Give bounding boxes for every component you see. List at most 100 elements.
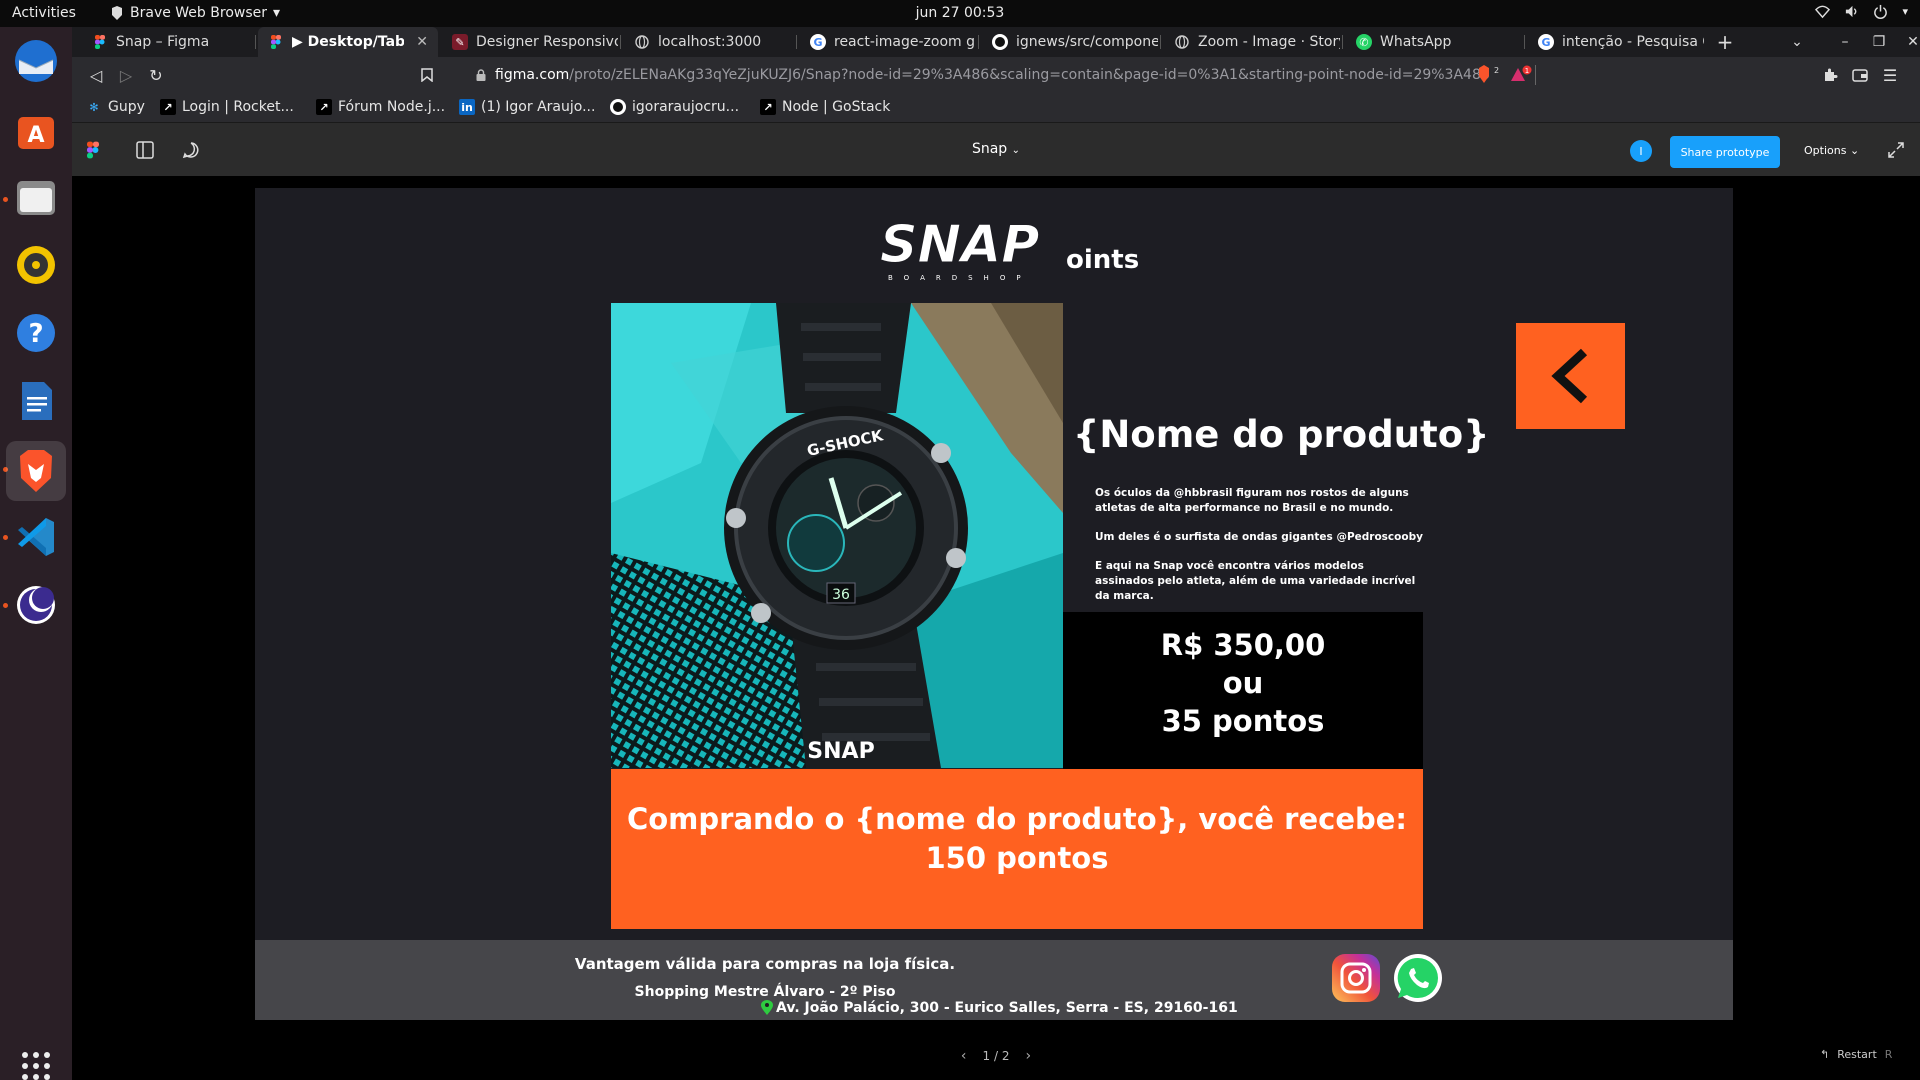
show-apps-button[interactable] bbox=[12, 1042, 60, 1080]
price-box: R$ 350,00 ou 35 pontos bbox=[1063, 612, 1423, 769]
figma-favicon-icon bbox=[92, 34, 108, 50]
close-window-button[interactable]: ✕ bbox=[1898, 27, 1920, 57]
restart-button[interactable]: ↰ Restart R bbox=[1820, 1048, 1892, 1061]
dock-software-center[interactable]: A bbox=[12, 105, 60, 153]
prototype-canvas: SNAP oints BOARDSHOP 36 G-SHOCK SNAP {No… bbox=[72, 176, 1920, 1080]
fullscreen-icon[interactable] bbox=[1888, 142, 1904, 158]
github-icon bbox=[610, 99, 626, 115]
watch-photo: 36 G-SHOCK SNAP bbox=[611, 303, 1063, 768]
tab-label: Designer Responsivo bbox=[476, 34, 618, 50]
clock-label: jun 27 00:53 bbox=[915, 5, 1005, 21]
app-menu[interactable]: Brave Web Browser ▾ bbox=[110, 5, 280, 21]
chevron-left-icon bbox=[1550, 348, 1587, 404]
wallet-icon[interactable] bbox=[1850, 65, 1870, 85]
bookmark-rocketseat-login[interactable]: ↗ Login | Rocket... bbox=[160, 99, 294, 115]
tab-react-image-zoom[interactable]: G react-image-zoom gi bbox=[800, 27, 976, 57]
globe-icon bbox=[1174, 34, 1190, 50]
svg-text:36: 36 bbox=[832, 587, 850, 603]
new-tab-button[interactable]: + bbox=[1710, 27, 1740, 57]
product-title: {Nome do produto} bbox=[1073, 413, 1490, 456]
tab-designer-responsivo[interactable]: ✎ Designer Responsivo bbox=[442, 27, 618, 57]
reload-icon[interactable]: ↻ bbox=[146, 65, 166, 85]
brave-rewards-icon[interactable]: 1 bbox=[1509, 65, 1535, 85]
page-navigation: ‹ 1 / 2 › bbox=[72, 1048, 1920, 1064]
brave-shields-icon[interactable]: 2 bbox=[1475, 65, 1501, 85]
description-paragraph: E aqui na Snap você encontra vários mode… bbox=[1095, 560, 1416, 602]
menu-icon[interactable]: ☰ bbox=[1880, 65, 1900, 85]
rocketseat-favicon-icon: ↗ bbox=[160, 99, 176, 115]
power-icon bbox=[1874, 4, 1888, 19]
back-button[interactable] bbox=[1516, 323, 1625, 429]
options-dropdown[interactable]: Options ⌄ bbox=[1804, 144, 1859, 157]
tab-label: WhatsApp bbox=[1380, 34, 1452, 50]
gupy-favicon-icon: ✻ bbox=[89, 100, 99, 114]
share-prototype-button[interactable]: Share prototype bbox=[1670, 136, 1780, 168]
avatar[interactable]: I bbox=[1630, 140, 1652, 162]
clock[interactable]: jun 27 00:53 bbox=[0, 5, 1920, 21]
dock: A ? bbox=[0, 27, 72, 1080]
whatsapp-link[interactable] bbox=[1392, 952, 1444, 1004]
product-image[interactable]: 36 G-SHOCK SNAP bbox=[611, 303, 1063, 768]
bookmark-linkedin[interactable]: in (1) Igor Araujo... bbox=[459, 99, 595, 115]
tab-whatsapp[interactable]: ✆ WhatsApp bbox=[1346, 27, 1522, 57]
tab-localhost[interactable]: localhost:3000 bbox=[624, 27, 794, 57]
dock-thunderbird[interactable] bbox=[12, 37, 60, 85]
svg-text:SNAP: SNAP bbox=[807, 739, 874, 764]
address-label: Av. João Palácio, 300 - Eurico Salles, S… bbox=[776, 1000, 1238, 1016]
dock-app-moon[interactable] bbox=[12, 581, 60, 629]
rocketseat-favicon-icon: ↗ bbox=[760, 99, 776, 115]
tab-ignews-github[interactable]: ignews/src/compone bbox=[982, 27, 1158, 57]
dock-help[interactable]: ? bbox=[12, 309, 60, 357]
dock-vscode[interactable] bbox=[12, 513, 60, 561]
tab-intencao-pesquisa[interactable]: G intenção - Pesquisa G bbox=[1528, 27, 1704, 57]
bookmark-forum-node[interactable]: ↗ Fórum Node.j... bbox=[316, 99, 445, 115]
activities-button[interactable]: Activities bbox=[12, 5, 76, 21]
chevron-down-icon: ▾ bbox=[1902, 5, 1908, 18]
tab-snap-figma[interactable]: Snap – Figma bbox=[82, 27, 252, 57]
tab-label: react-image-zoom gi bbox=[834, 34, 976, 50]
maximize-button[interactable]: ❐ bbox=[1864, 27, 1894, 57]
address-bar-row: ◁ ▷ ↻ figma.com/proto/zELENaAKg33qYeZjuK… bbox=[72, 57, 1920, 93]
url-field[interactable]: figma.com/proto/zELENaAKg33qYeZjuKUZJ6/S… bbox=[457, 61, 1537, 89]
network-icon bbox=[1815, 5, 1831, 19]
bookmark-gupy[interactable]: ✻ Gupy bbox=[86, 99, 145, 115]
file-title-dropdown[interactable]: Snap ⌄ bbox=[972, 141, 1020, 157]
back-nav-icon[interactable]: ◁ bbox=[86, 65, 106, 85]
tab-label: Snap – Figma bbox=[116, 34, 210, 50]
forward-nav-icon[interactable]: ▷ bbox=[116, 65, 136, 85]
dock-writer[interactable] bbox=[12, 377, 60, 425]
bookmark-gostack[interactable]: ↗ Node | GoStack bbox=[760, 99, 890, 115]
system-top-bar: Activities Brave Web Browser ▾ jun 27 00… bbox=[0, 0, 1920, 27]
next-page-icon[interactable]: › bbox=[1013, 1048, 1043, 1064]
instagram-icon bbox=[1340, 962, 1372, 994]
tab-zoom-storybook[interactable]: Zoom - Image · Storyl bbox=[1164, 27, 1340, 57]
document-writer-icon bbox=[22, 382, 52, 420]
bookmarks-bar: ✻ Gupy ↗ Login | Rocket... ↗ Fórum Node.… bbox=[72, 93, 1920, 123]
minimize-button[interactable]: – bbox=[1830, 27, 1860, 57]
moon-app-icon bbox=[17, 586, 55, 624]
sidebar-toggle-icon[interactable] bbox=[134, 139, 156, 161]
bookmark-label: Login | Rocket... bbox=[182, 99, 294, 115]
dock-files[interactable] bbox=[12, 173, 60, 221]
brave-logo-icon bbox=[112, 6, 122, 20]
whatsapp-favicon-icon: ✆ bbox=[1356, 34, 1372, 50]
system-tray[interactable]: ▾ bbox=[1815, 4, 1908, 19]
close-tab-icon[interactable]: ✕ bbox=[416, 34, 428, 50]
figma-menu-icon[interactable] bbox=[82, 139, 104, 161]
instagram-link[interactable] bbox=[1332, 954, 1380, 1002]
extensions-icon[interactable] bbox=[1820, 65, 1840, 85]
dock-rhythmbox[interactable] bbox=[12, 241, 60, 289]
store-footer: Vantagem válida para compras na loja fís… bbox=[255, 940, 1733, 1020]
dock-brave[interactable] bbox=[6, 441, 66, 501]
folder-icon bbox=[17, 181, 55, 215]
restart-shortcut: R bbox=[1884, 1048, 1893, 1061]
previous-page-icon[interactable]: ‹ bbox=[949, 1048, 979, 1064]
bookmark-icon[interactable] bbox=[417, 65, 437, 85]
bookmark-github[interactable]: igoraraujocru... bbox=[610, 99, 739, 115]
snappoints-logo: SNAP oints BOARDSHOP bbox=[880, 218, 1139, 282]
options-label: Options bbox=[1804, 144, 1847, 157]
tab-desktop-tablet[interactable]: ▶ Desktop/Tablet ✕ bbox=[258, 27, 438, 57]
svg-text:2: 2 bbox=[1494, 66, 1499, 75]
comment-icon[interactable] bbox=[180, 139, 202, 161]
tab-search-chevron-icon[interactable]: ⌄ bbox=[1782, 27, 1812, 57]
